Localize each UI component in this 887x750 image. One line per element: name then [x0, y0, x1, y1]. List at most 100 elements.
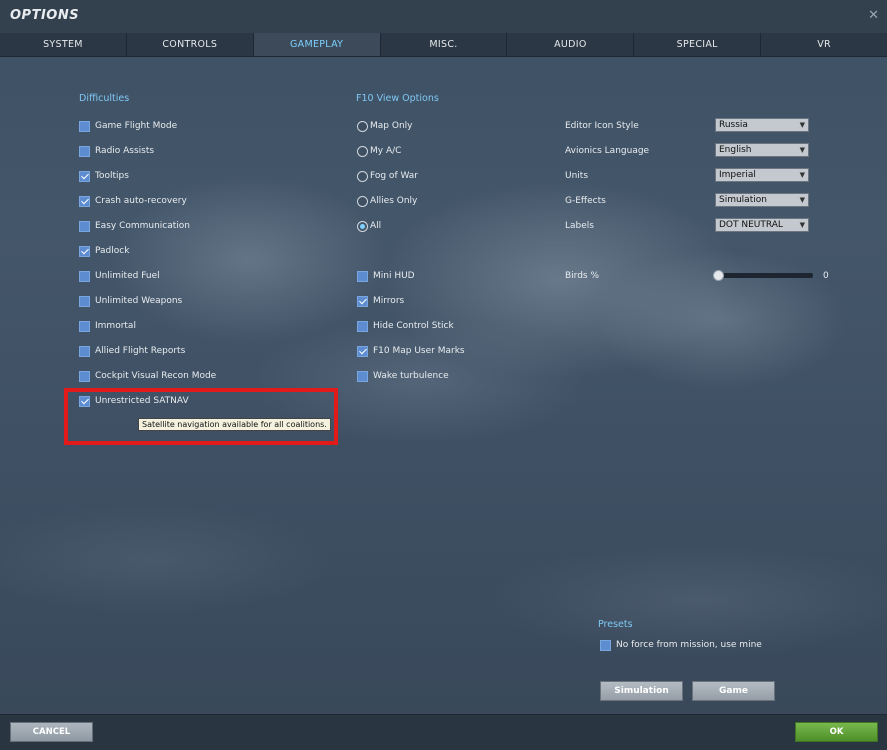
checkbox-box[interactable]	[79, 370, 90, 382]
chevron-down-icon: ▼	[799, 171, 805, 179]
red-highlight-box	[64, 388, 338, 445]
birds-slider-track[interactable]	[716, 273, 813, 278]
radio-label: Allies Only	[370, 196, 418, 206]
checkbox-box[interactable]	[79, 270, 90, 282]
radio-label: My A/C	[370, 146, 402, 156]
checkbox-box[interactable]	[357, 270, 368, 282]
close-icon[interactable]: ✕	[868, 8, 879, 23]
game-preset-button[interactable]: Game	[692, 681, 775, 701]
checkbox-wake-turbulence[interactable]: Wake turbulence	[357, 369, 449, 383]
radio-fog-of-war[interactable]: Fog of War	[357, 169, 418, 183]
chevron-down-icon: ▼	[799, 146, 805, 154]
difficulties-title: Difficulties	[79, 93, 130, 104]
checkbox-label: F10 Map User Marks	[373, 346, 465, 356]
checkbox-unlimited-weapons[interactable]: Unlimited Weapons	[79, 294, 182, 308]
checkbox-box[interactable]	[79, 120, 90, 132]
checkbox-box[interactable]	[79, 245, 90, 257]
checkbox-f10-map-user-marks[interactable]: F10 Map User Marks	[357, 344, 465, 358]
select-value: English	[719, 145, 752, 155]
radio-map-only[interactable]: Map Only	[357, 119, 412, 133]
editor-icon-style-label: Editor Icon Style	[565, 121, 639, 131]
checkbox-mini-hud[interactable]: Mini HUD	[357, 269, 415, 283]
birds-slider-handle[interactable]	[713, 270, 724, 281]
checkbox-label: Mirrors	[373, 296, 405, 306]
checkbox-box[interactable]	[79, 170, 90, 182]
radio-label: Map Only	[370, 121, 413, 131]
tab-system[interactable]: SYSTEM	[0, 33, 127, 56]
checkbox-cockpit-visual-recon-mode[interactable]: Cockpit Visual Recon Mode	[79, 369, 216, 383]
radio-button[interactable]	[357, 170, 368, 182]
tab-misc[interactable]: MISC.	[381, 33, 508, 56]
tab-special[interactable]: SPECIAL	[634, 33, 762, 56]
radio-allies-only[interactable]: Allies Only	[357, 194, 417, 208]
checkbox-no-force-from-mission[interactable]: No force from mission, use mine	[600, 638, 762, 652]
chevron-down-icon: ▼	[799, 196, 805, 204]
checkbox-immortal[interactable]: Immortal	[79, 319, 136, 333]
radio-button[interactable]	[357, 120, 368, 132]
checkbox-label: Tooltips	[95, 171, 129, 181]
checkbox-label: Mini HUD	[373, 271, 415, 281]
simulation-preset-button[interactable]: Simulation	[600, 681, 683, 701]
checkbox-radio-assists[interactable]: Radio Assists	[79, 144, 154, 158]
select-value: Imperial	[719, 170, 756, 180]
checkbox-label: No force from mission, use mine	[616, 640, 762, 650]
checkbox-label: Wake turbulence	[373, 371, 449, 381]
checkbox-padlock[interactable]: Padlock	[79, 244, 129, 258]
checkbox-box[interactable]	[600, 639, 611, 651]
checkbox-allied-flight-reports[interactable]: Allied Flight Reports	[79, 344, 185, 358]
units-label: Units	[565, 171, 589, 181]
checkbox-label: Unlimited Fuel	[95, 271, 160, 281]
tab-gameplay[interactable]: GAMEPLAY	[253, 33, 381, 56]
checkbox-crash-auto-recovery[interactable]: Crash auto-recovery	[79, 194, 187, 208]
units-select[interactable]: Imperial ▼	[715, 168, 809, 182]
checkbox-label: Immortal	[95, 321, 136, 331]
tab-vr[interactable]: VR	[761, 33, 887, 56]
checkbox-box[interactable]	[79, 345, 90, 357]
checkbox-game-flight-mode[interactable]: Game Flight Mode	[79, 119, 177, 133]
checkbox-box[interactable]	[357, 320, 368, 332]
checkbox-label: Radio Assists	[95, 146, 155, 156]
g-effects-label: G-Effects	[565, 196, 606, 206]
checkbox-label: Game Flight Mode	[95, 121, 178, 131]
checkbox-label: Padlock	[95, 246, 130, 256]
ok-button[interactable]: OK	[795, 722, 878, 742]
checkbox-label: Hide Control Stick	[373, 321, 454, 331]
checkbox-tooltips[interactable]: Tooltips	[79, 169, 129, 183]
checkbox-easy-communication[interactable]: Easy Communication	[79, 219, 190, 233]
radio-button[interactable]	[357, 145, 368, 157]
radio-label: All	[370, 221, 382, 231]
radio-all[interactable]: All	[357, 219, 381, 233]
checkbox-box[interactable]	[357, 345, 368, 357]
birds-value: 0	[823, 271, 829, 281]
avionics-language-label: Avionics Language	[565, 146, 650, 156]
tab-audio[interactable]: AUDIO	[507, 33, 635, 56]
cancel-button[interactable]: CANCEL	[10, 722, 93, 742]
checkbox-label: Unlimited Weapons	[95, 296, 183, 306]
avionics-language-select[interactable]: English ▼	[715, 143, 809, 157]
checkbox-box[interactable]	[79, 295, 90, 307]
radio-button[interactable]	[357, 220, 368, 232]
f10-view-title: F10 View Options	[356, 93, 439, 104]
checkbox-box[interactable]	[79, 145, 90, 157]
labels-select[interactable]: DOT NEUTRAL ▼	[715, 218, 809, 232]
tab-bar: SYSTEM CONTROLS GAMEPLAY MISC. AUDIO SPE…	[0, 33, 887, 57]
checkbox-box[interactable]	[357, 295, 368, 307]
presets-title: Presets	[598, 619, 633, 630]
checkbox-hide-control-stick[interactable]: Hide Control Stick	[357, 319, 454, 333]
editor-icon-style-select[interactable]: Russia ▼	[715, 118, 809, 132]
title-bar: OPTIONS ✕	[0, 0, 887, 33]
g-effects-select[interactable]: Simulation ▼	[715, 193, 809, 207]
checkbox-box[interactable]	[79, 320, 90, 332]
checkbox-box[interactable]	[79, 220, 90, 232]
checkbox-box[interactable]	[79, 195, 90, 207]
checkbox-box[interactable]	[357, 370, 368, 382]
checkbox-mirrors[interactable]: Mirrors	[357, 294, 404, 308]
bottom-bar	[0, 714, 887, 750]
checkbox-label: Easy Communication	[95, 221, 191, 231]
checkbox-unlimited-fuel[interactable]: Unlimited Fuel	[79, 269, 160, 283]
chevron-down-icon: ▼	[799, 221, 805, 229]
tab-controls[interactable]: CONTROLS	[127, 33, 254, 56]
checkbox-label: Cockpit Visual Recon Mode	[95, 371, 217, 381]
radio-my-ac[interactable]: My A/C	[357, 144, 401, 158]
radio-button[interactable]	[357, 195, 368, 207]
